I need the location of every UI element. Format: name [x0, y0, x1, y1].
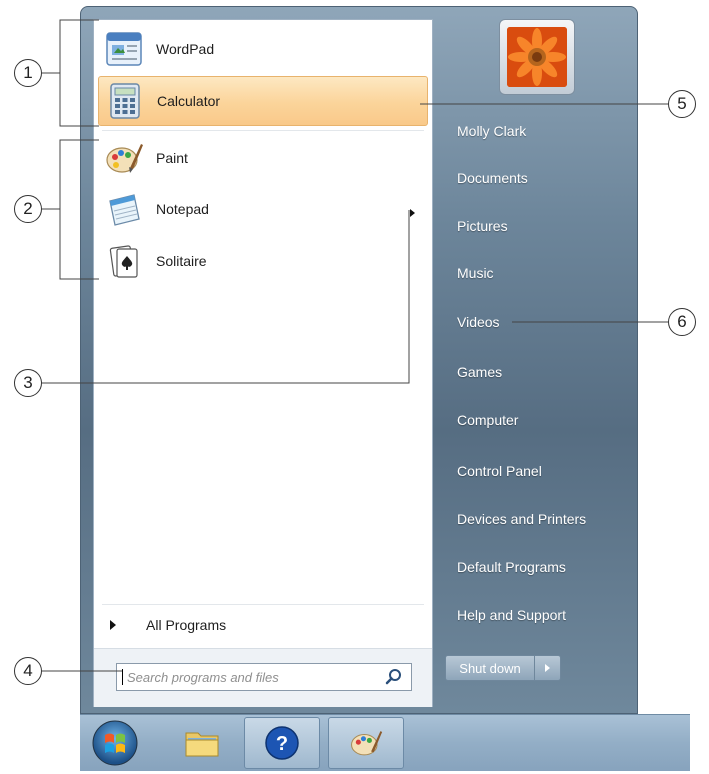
- callout-1: 1: [14, 59, 42, 87]
- callout-lines: [42, 19, 668, 672]
- callout-6: 6: [668, 308, 696, 336]
- callout-5: 5: [668, 90, 696, 118]
- callout-2: 2: [14, 195, 42, 223]
- callout-3: 3: [14, 369, 42, 397]
- callout-4: 4: [14, 657, 42, 685]
